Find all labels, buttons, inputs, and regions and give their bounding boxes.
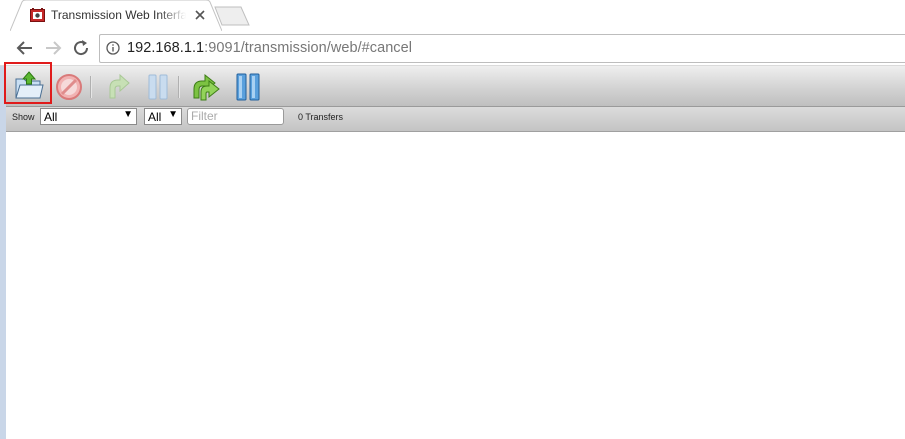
browser-tab-strip: Transmission Web Interface: [0, 0, 905, 31]
transmission-toolbar: [6, 66, 905, 107]
pause-icon[interactable]: [142, 70, 174, 102]
forward-arrow-icon[interactable]: [43, 38, 63, 58]
new-tab-button[interactable]: [214, 6, 250, 26]
status-filter-select[interactable]: All ▼: [40, 108, 137, 125]
browser-toolbar: 192.168.1.1:9091/transmission/web/#cance…: [0, 31, 905, 66]
tracker-filter-select[interactable]: All ▼: [144, 108, 182, 125]
reload-icon[interactable]: [71, 38, 91, 58]
filter-input[interactable]: Filter: [187, 108, 284, 125]
resume-all-icon[interactable]: [190, 70, 222, 102]
status-filter-value: All: [44, 110, 58, 124]
close-tab-icon[interactable]: [193, 8, 207, 22]
address-url: 192.168.1.1:9091/transmission/web/#cance…: [127, 40, 412, 56]
tab-title: Transmission Web Interface: [51, 8, 186, 22]
site-info-icon[interactable]: [106, 41, 120, 55]
toolbar-separator: [90, 76, 92, 98]
dropdown-arrow-icon: ▼: [168, 109, 178, 120]
pause-all-icon[interactable]: [233, 70, 265, 102]
filter-bar: Show All ▼ All ▼ Filter 0 Transfers: [6, 107, 905, 132]
open-button-highlight: [4, 62, 52, 104]
back-arrow-icon[interactable]: [15, 38, 35, 58]
show-label: Show: [12, 112, 35, 122]
browser-tab[interactable]: Transmission Web Interface: [10, 0, 222, 31]
toolbar-separator: [178, 76, 180, 98]
transmission-favicon-icon: [30, 8, 45, 22]
dropdown-arrow-icon: ▼: [123, 109, 133, 120]
transfer-count: 0 Transfers: [298, 112, 344, 122]
remove-torrent-icon[interactable]: [53, 70, 85, 102]
tracker-filter-value: All: [148, 110, 162, 124]
resume-icon[interactable]: [102, 70, 134, 102]
address-bar[interactable]: 192.168.1.1:9091/transmission/web/#cance…: [99, 34, 905, 63]
